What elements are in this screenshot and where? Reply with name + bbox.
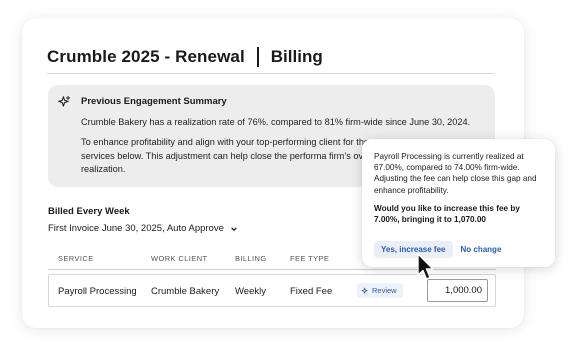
no-change-button[interactable]: No change (461, 245, 502, 254)
chevron-down-icon (231, 226, 237, 231)
column-header-service: SERVICE (58, 254, 94, 263)
review-button[interactable]: Review (357, 283, 403, 298)
service-cell: Payroll Processing (58, 286, 137, 297)
column-header-work-client: WORK CLIENT (151, 254, 208, 263)
page-title: Crumble 2025 - Renewal (47, 46, 245, 66)
invoice-dropdown[interactable]: First Invoice June 30, 2025, Auto Approv… (48, 223, 238, 234)
invoice-dropdown-label: First Invoice June 30, 2025, Auto Approv… (48, 223, 224, 234)
increase-fee-button[interactable]: Yes, increase fee (374, 241, 453, 258)
column-header-fee-type: FEE TYPE (290, 254, 330, 263)
work-client-cell: Crumble Bakery (151, 286, 220, 297)
popover-actions: Yes, increase fee No change (374, 241, 501, 258)
page-header: Crumble 2025 - Renewal Billing (47, 40, 495, 74)
summary-realization-text: Crumble Bakery has a realization rate of… (81, 117, 471, 127)
popover-description: Payroll Processing is currently realized… (374, 152, 537, 195)
fee-type-cell: Fixed Fee (290, 286, 333, 297)
sparkle-icon (361, 287, 368, 294)
fee-input[interactable] (427, 279, 488, 302)
section-title: Billing (270, 46, 323, 66)
billing-cell: Weekly (235, 286, 266, 297)
sparkle-icon (58, 95, 71, 107)
column-header-billing: BILLING (235, 254, 267, 263)
summary-title: Previous Engagement Summary (81, 96, 227, 107)
title-divider (256, 46, 259, 67)
fee-suggestion-popover: Payroll Processing is currently realized… (362, 139, 555, 267)
summary-recommendation-text: To enhance profitability and align with … (81, 137, 381, 174)
billing-frequency-title: Billed Every Week (48, 206, 130, 217)
popover-question: Would you like to increase this fee by 7… (374, 203, 520, 225)
review-label: Review (372, 286, 397, 295)
mouse-pointer-icon (417, 253, 434, 280)
